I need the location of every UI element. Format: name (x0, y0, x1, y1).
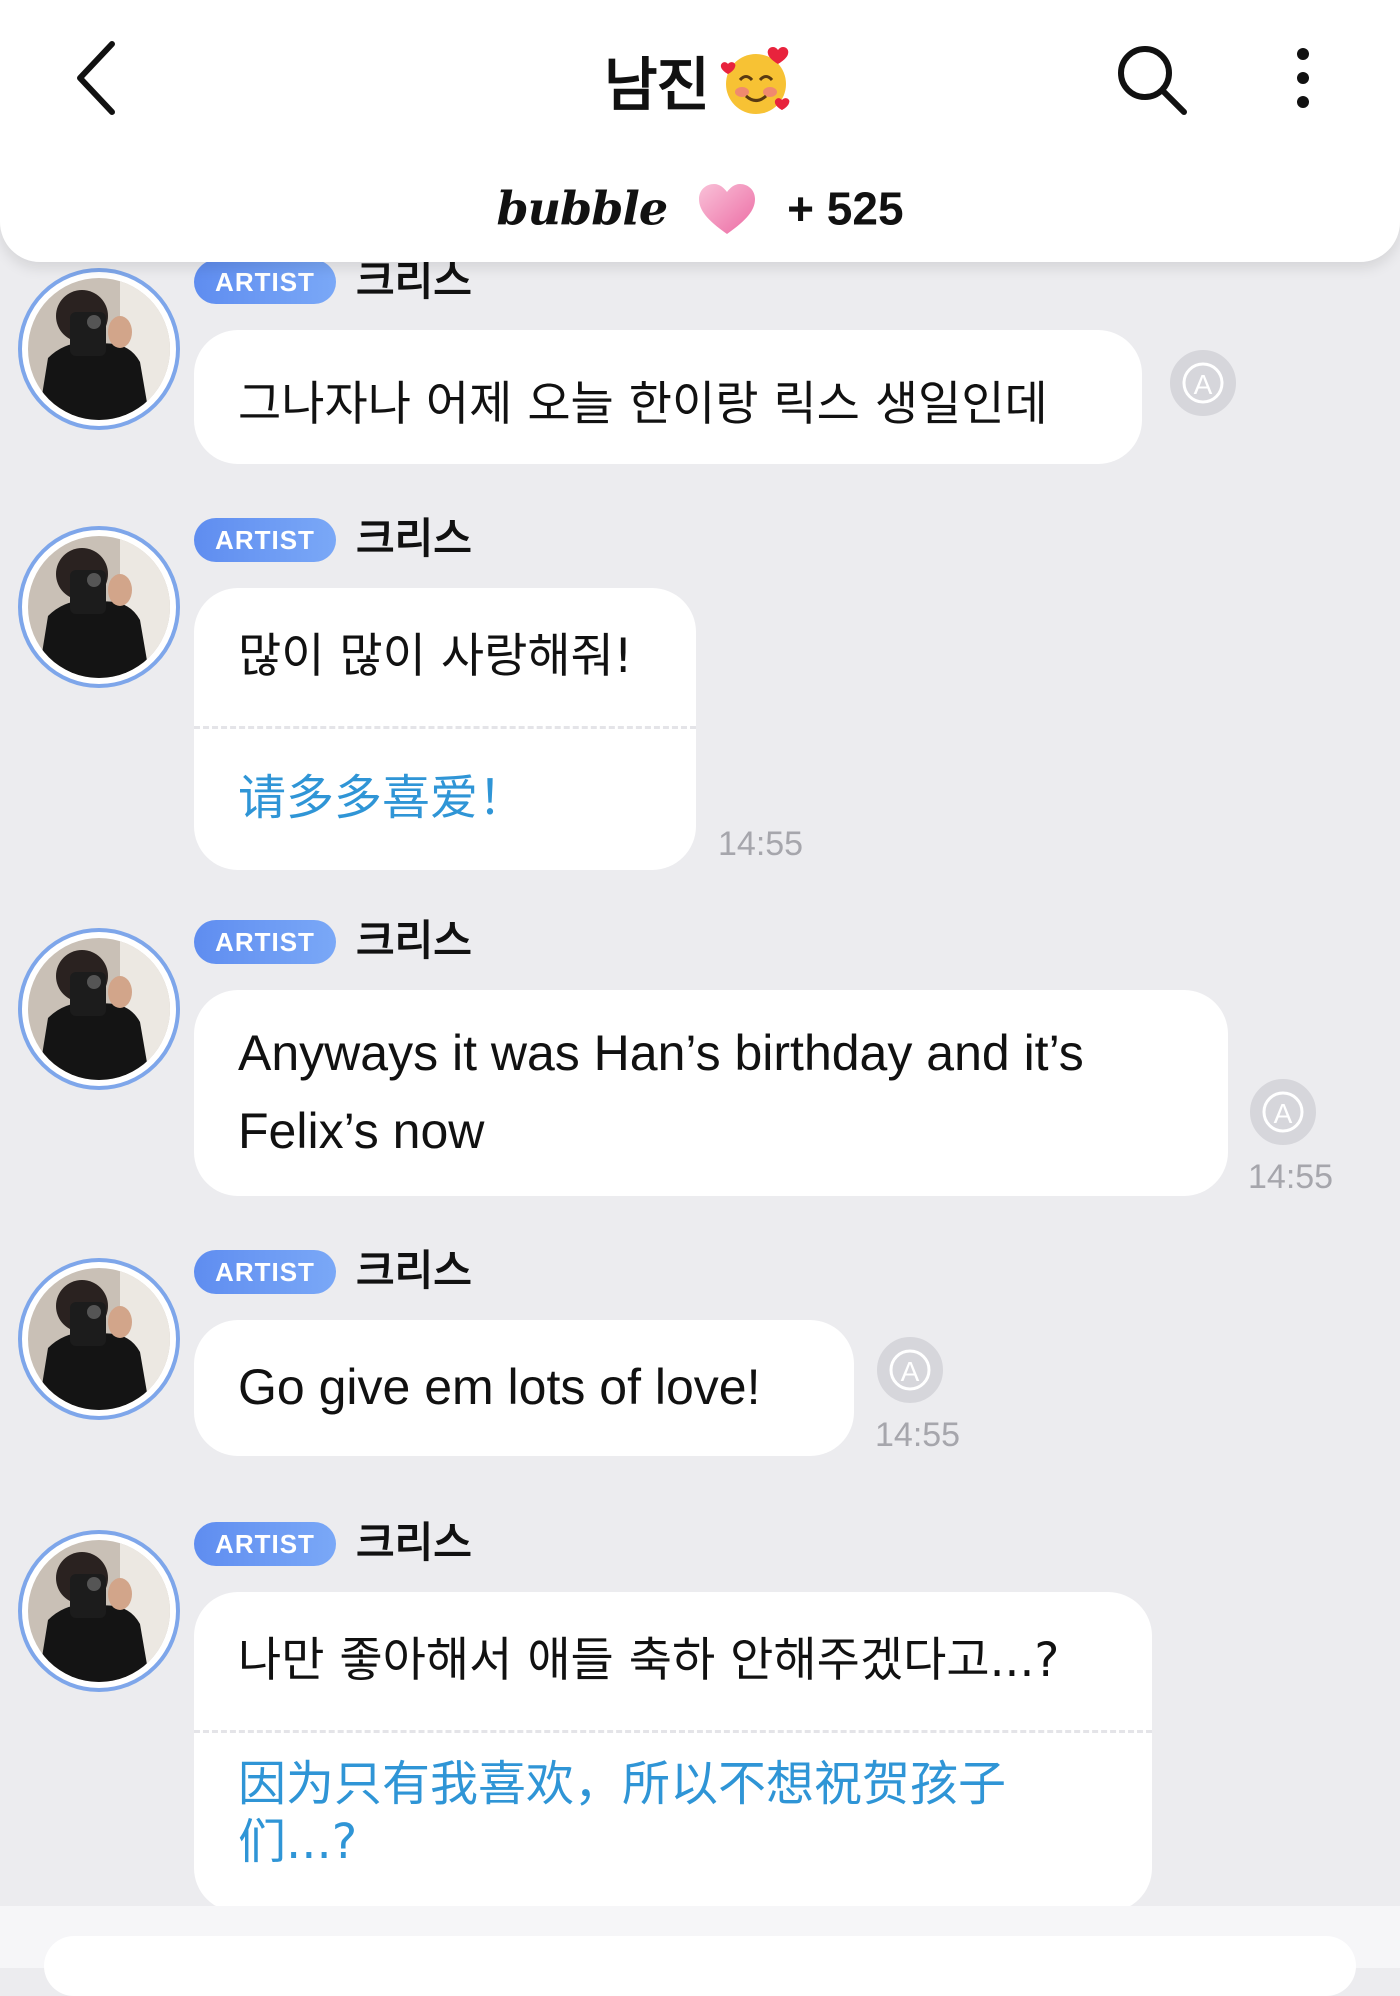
message-time: 14:55 (1248, 1158, 1334, 1196)
avatar-photo (28, 536, 170, 678)
bubble-logo: bubble (496, 181, 668, 236)
search-button[interactable] (1112, 40, 1192, 120)
avatar-photo (28, 1268, 170, 1410)
bubble-count: + 525 (787, 182, 904, 235)
pink-heart-icon (699, 183, 756, 234)
message-text: Anyways it was Han’s birthday and it’s F… (238, 1025, 1084, 1159)
sender-name: 크리스 (356, 1518, 472, 1567)
message-time: 14:55 (718, 825, 804, 863)
artist-avatar[interactable] (18, 928, 180, 1090)
avatar-photo (28, 938, 170, 1080)
message-input-field[interactable] (44, 1936, 1356, 1996)
svg-text:A: A (1274, 1098, 1293, 1129)
smiling-face-with-hearts-icon (720, 47, 790, 114)
artist-badge: ARTIST (194, 920, 336, 964)
bubble-status-bar: bubble + 525 (0, 178, 1400, 236)
auto-translate-icon: A (1182, 362, 1224, 404)
sender-name: 크리스 (356, 256, 472, 305)
artist-avatar[interactable] (18, 1258, 180, 1420)
artist-badge: ARTIST (194, 260, 336, 304)
message-text: 그나자나 어제 오늘 한이랑 릭스 생일인데 (238, 377, 1048, 432)
message-bubble[interactable]: Go give em lots of love! (194, 1320, 854, 1456)
more-options-button[interactable] (1278, 46, 1328, 110)
message-bubble[interactable]: 많이 많이 사랑해줘! 请多多喜爱！ (194, 588, 696, 870)
translate-button[interactable]: A (1245, 1074, 1321, 1150)
message-translation: 请多多喜爱！ (238, 770, 527, 826)
search-icon (1118, 46, 1187, 115)
artist-badge: ARTIST (194, 1250, 336, 1294)
avatar-photo (28, 1540, 170, 1682)
artist-avatar[interactable] (18, 1530, 180, 1692)
artist-badge: ARTIST (194, 518, 336, 562)
sender-name: 크리스 (356, 916, 472, 965)
message-time: 14:55 (875, 1416, 961, 1454)
auto-translate-icon: A (889, 1349, 931, 1391)
vertical-dots-icon (1297, 48, 1309, 108)
artist-avatar[interactable] (18, 268, 180, 430)
message-bubble[interactable]: 그나자나 어제 오늘 한이랑 릭스 생일인데 (194, 330, 1142, 464)
avatar-photo (28, 278, 170, 420)
sender-name: 크리스 (356, 514, 472, 563)
auto-translate-icon: A (1262, 1091, 1304, 1133)
message-bubble[interactable]: 나만 좋아해서 애들 축하 안해주겠다고...? 因为只有我喜欢，所以不想祝贺孩… (194, 1592, 1152, 1912)
chat-header: 남진 bubble + 525 (0, 0, 1400, 262)
bottom-input-bar[interactable] (0, 1906, 1400, 1996)
message-text: 나만 좋아해서 애들 축하 안해주겠다고...? (238, 1633, 1060, 1688)
translate-button[interactable]: A (1165, 345, 1241, 421)
translate-button[interactable]: A (872, 1332, 948, 1408)
svg-text:A: A (1194, 369, 1213, 400)
message-text: 많이 많이 사랑해줘! (238, 629, 633, 684)
svg-text:A: A (901, 1356, 920, 1387)
artist-badge: ARTIST (194, 1522, 336, 1566)
artist-avatar[interactable] (18, 526, 180, 688)
message-translation: 因为只有我喜欢，所以不想祝贺孩子们...? (238, 1756, 1007, 1870)
sender-name: 크리스 (356, 1246, 472, 1295)
message-bubble[interactable]: Anyways it was Han’s birthday and it’s F… (194, 990, 1228, 1196)
chat-title: 남진 (604, 51, 710, 119)
message-text: Go give em lots of love! (238, 1359, 761, 1415)
